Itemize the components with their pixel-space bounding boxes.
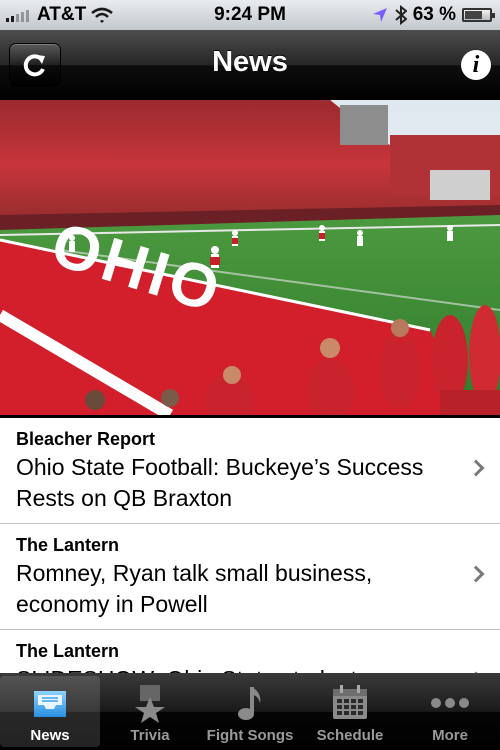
calendar-icon (333, 685, 367, 719)
location-arrow-icon (372, 8, 387, 22)
news-source: The Lantern (16, 641, 120, 661)
bluetooth-icon (395, 5, 407, 25)
chevron-right-icon (467, 459, 485, 477)
news-headline: SLIDESHOW: Ohio State students (16, 664, 450, 673)
news-source: Bleacher Report (16, 429, 156, 449)
tab-more[interactable]: More (400, 673, 500, 750)
music-note-icon (238, 687, 261, 720)
tab-label: Trivia (130, 727, 170, 744)
tab-label: Fight Songs (206, 727, 294, 744)
news-item[interactable]: The Lantern Romney, Ryan talk small busi… (0, 524, 500, 630)
tab-trivia[interactable]: Trivia (100, 673, 200, 750)
status-indicators: 63 % (371, 4, 495, 26)
tab-news[interactable]: News (0, 676, 100, 747)
hero-stadium-image: OHIO (0, 100, 500, 415)
news-item[interactable]: The Lantern SLIDESHOW: Ohio State studen… (0, 630, 500, 673)
navigation-bar: News i (0, 30, 500, 100)
tab-schedule[interactable]: Schedule (300, 673, 400, 750)
tab-label: Schedule (316, 727, 384, 744)
chevron-right-icon (467, 565, 485, 583)
battery-icon (462, 8, 495, 22)
tab-label: News (30, 727, 70, 744)
battery-percent: 63 % (412, 4, 456, 25)
news-headline: Ohio State Football: Buckeye’s Success R… (16, 454, 424, 511)
news-source: The Lantern (16, 535, 120, 555)
news-list: Bleacher Report Ohio State Football: Buc… (0, 418, 500, 673)
stadium-photo: OHIO (0, 100, 500, 415)
status-bar: AT&T 9:24 PM 63 % (0, 0, 500, 30)
news-headline: Romney, Ryan talk small business, econom… (16, 560, 373, 617)
inbox-icon (34, 691, 66, 717)
page-title: News (212, 46, 288, 78)
tab-fight-songs[interactable]: Fight Songs (200, 673, 300, 750)
info-icon: i (472, 52, 480, 78)
tab-label: More (432, 727, 468, 744)
tab-bar: News Trivia Fight Songs Schedule More (0, 673, 500, 750)
medal-star-icon (135, 685, 165, 723)
news-item[interactable]: Bleacher Report Ohio State Football: Buc… (0, 418, 500, 524)
info-button[interactable]: i (461, 50, 491, 80)
more-dots-icon (431, 698, 469, 708)
